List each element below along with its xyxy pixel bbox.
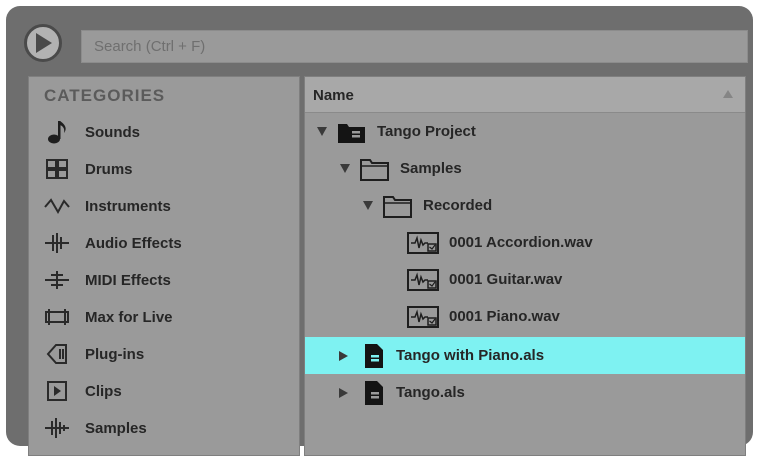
project-folder-icon (337, 120, 367, 144)
preview-play-button[interactable] (24, 24, 62, 62)
sidebar-item-max-for-live[interactable]: Max for Live (43, 300, 293, 334)
sidebar-item-plug-ins[interactable]: Plug-ins (43, 337, 293, 371)
browser-window: Search (Ctrl + F) CATEGORIES Sounds Drum… (6, 6, 753, 456)
expand-toggle-icon[interactable] (340, 164, 350, 173)
live-set-icon (362, 380, 386, 406)
clip-icon (43, 377, 71, 405)
sidebar-item-sounds[interactable]: Sounds (43, 115, 293, 149)
midi-effects-icon (43, 266, 71, 294)
list-item[interactable]: 0001 Guitar.wav (305, 261, 745, 298)
samples-icon (43, 414, 71, 442)
categories-sidebar: CATEGORIES Sounds Drums Instruments Audi… (28, 76, 300, 456)
sidebar-item-label: Instruments (85, 197, 171, 215)
sidebar-item-clips[interactable]: Clips (43, 374, 293, 408)
file-list-panel: Name Tango Project Samples Recorded 0001… (304, 76, 746, 456)
sidebar-item-label: MIDI Effects (85, 271, 171, 289)
drum-grid-icon (43, 155, 71, 183)
sidebar-item-label: Plug-ins (85, 345, 145, 363)
expand-toggle-icon[interactable] (363, 201, 373, 210)
audio-file-icon (407, 231, 439, 255)
list-item-label: Tango Project (377, 123, 476, 140)
expand-toggle-icon[interactable] (317, 127, 327, 136)
live-set-icon (362, 343, 386, 369)
folder-icon (383, 194, 413, 218)
sidebar-item-drums[interactable]: Drums (43, 152, 293, 186)
sidebar-item-audio-effects[interactable]: Audio Effects (43, 226, 293, 260)
list-item[interactable]: Samples (305, 150, 745, 187)
waveform-icon (43, 192, 71, 220)
search-input[interactable]: Search (Ctrl + F) (81, 30, 748, 63)
name-column-header[interactable]: Name (305, 77, 745, 113)
audio-file-icon (407, 305, 439, 329)
folder-icon (360, 157, 390, 181)
column-label: Name (313, 87, 354, 104)
list-item-label: 0001 Accordion.wav (449, 234, 593, 251)
list-item-label: 0001 Piano.wav (449, 308, 560, 325)
sidebar-item-label: Drums (85, 160, 133, 178)
note-icon (43, 118, 71, 146)
list-item-label: Tango.als (396, 384, 465, 401)
sidebar-item-label: Max for Live (85, 308, 173, 326)
list-item[interactable]: Tango with Piano.als (305, 337, 745, 374)
expand-toggle-icon[interactable] (339, 387, 348, 398)
sidebar-item-label: Clips (85, 382, 122, 400)
sidebar-item-midi-effects[interactable]: MIDI Effects (43, 263, 293, 297)
list-item[interactable]: 0001 Accordion.wav (305, 224, 745, 261)
categories-heading: CATEGORIES (44, 86, 166, 105)
list-item-label: Samples (400, 160, 462, 177)
sidebar-item-label: Samples (85, 419, 147, 437)
sidebar-item-label: Sounds (85, 123, 140, 141)
sidebar-item-instruments[interactable]: Instruments (43, 189, 293, 223)
sort-ascending-icon (723, 90, 733, 98)
list-item-label: Recorded (423, 197, 493, 214)
expand-toggle-icon[interactable] (339, 350, 348, 361)
list-item[interactable]: 0001 Piano.wav (305, 298, 745, 335)
list-item[interactable]: Tango.als (305, 374, 745, 411)
list-item-label: Tango with Piano.als (396, 347, 545, 364)
list-item-label: 0001 Guitar.wav (449, 271, 563, 288)
max-for-live-icon (43, 303, 71, 331)
sidebar-item-label: Audio Effects (85, 234, 182, 252)
plugin-icon (43, 340, 71, 368)
list-item[interactable]: Tango Project (305, 113, 745, 150)
audio-effects-icon (43, 229, 71, 257)
audio-file-icon (407, 268, 439, 292)
list-item[interactable]: Recorded (305, 187, 745, 224)
